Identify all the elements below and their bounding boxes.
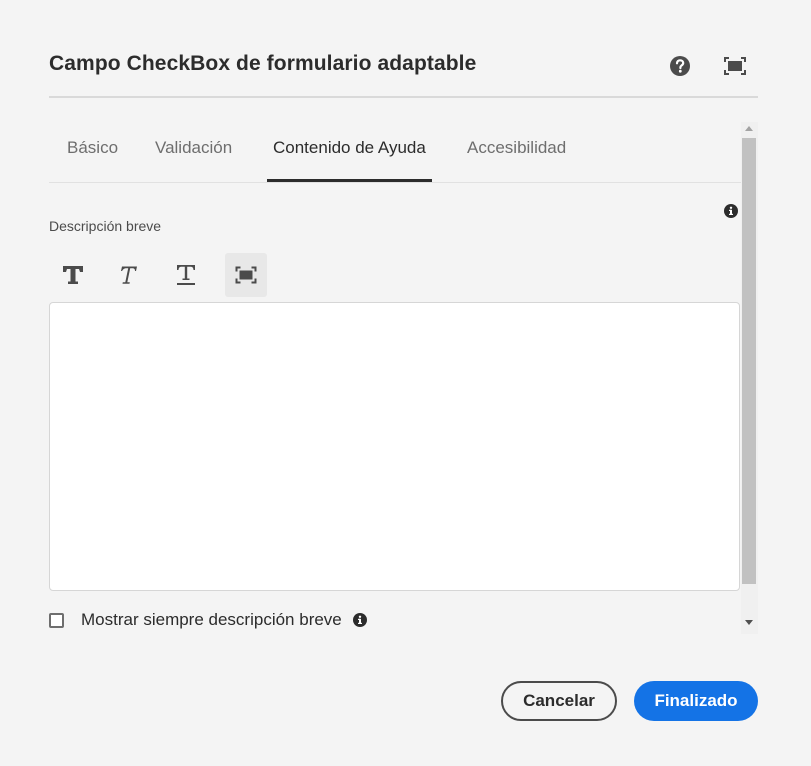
scroll-up-arrow-icon[interactable] xyxy=(745,126,753,131)
italic-icon xyxy=(121,266,137,284)
italic-button[interactable] xyxy=(106,253,148,297)
underline-button[interactable] xyxy=(165,253,207,297)
rich-text-toolbar xyxy=(52,253,292,297)
scrollbar[interactable] xyxy=(741,122,758,634)
info-icon[interactable] xyxy=(724,204,738,218)
bold-button[interactable] xyxy=(52,253,94,297)
header-divider xyxy=(49,96,758,98)
scroll-down-arrow-icon[interactable] xyxy=(745,620,753,625)
scrollbar-thumb[interactable] xyxy=(742,138,756,584)
editor-fullscreen-button[interactable] xyxy=(225,253,267,297)
checkbox-label[interactable]: Mostrar siempre descripción breve xyxy=(81,610,342,630)
tab-accesibilidad[interactable]: Accesibilidad xyxy=(467,138,566,182)
always-show-short-description-row: Mostrar siempre descripción breve xyxy=(49,610,367,630)
cancel-button[interactable]: Cancelar xyxy=(501,681,617,721)
help-icon[interactable] xyxy=(668,54,692,78)
bold-icon xyxy=(63,266,83,284)
done-button[interactable]: Finalizado xyxy=(634,681,758,721)
dialog-title: Campo CheckBox de formulario adaptable xyxy=(49,52,477,75)
tab-validacion[interactable]: Validación xyxy=(155,138,232,182)
short-description-label: Descripción breve xyxy=(49,218,162,234)
fullscreen-icon xyxy=(235,266,257,284)
tab-contenido-de-ayuda[interactable]: Contenido de Ayuda xyxy=(267,138,432,182)
tab-basico[interactable]: Básico xyxy=(67,138,118,182)
always-show-short-description-checkbox[interactable] xyxy=(49,612,64,628)
dialog: Campo CheckBox de formulario adaptable B… xyxy=(0,0,811,766)
dialog-content: Básico Validación Contenido de Ayuda Acc… xyxy=(49,122,758,634)
fullscreen-icon[interactable] xyxy=(723,54,747,78)
tab-list: Básico Validación Contenido de Ayuda Acc… xyxy=(49,122,741,183)
short-description-editor[interactable] xyxy=(49,302,740,591)
info-icon[interactable] xyxy=(352,613,367,627)
underline-icon xyxy=(177,265,195,285)
